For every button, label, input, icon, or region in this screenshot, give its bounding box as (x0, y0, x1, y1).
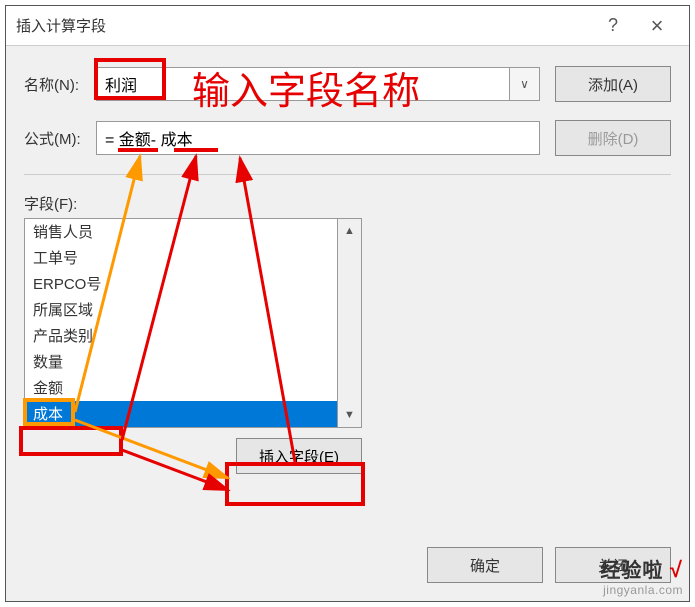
divider (24, 174, 671, 175)
add-button[interactable]: 添加(A) (555, 66, 671, 102)
scroll-up-icon[interactable]: ▲ (338, 219, 361, 243)
list-item-selected[interactable]: 成本 (25, 401, 337, 427)
list-item[interactable]: 金额 (25, 375, 337, 401)
fields-label: 字段(F): (24, 193, 671, 214)
name-dropdown-icon[interactable]: ∨ (510, 67, 540, 101)
list-item[interactable]: 所属区域 (25, 297, 337, 323)
name-label: 名称(N): (24, 74, 96, 95)
name-field-wrap: ∨ (96, 67, 540, 101)
list-item[interactable]: 数量 (25, 349, 337, 375)
fields-listbox[interactable]: 销售人员 工单号 ERPCO号 所属区域 产品类别 数量 金额 成本 (24, 218, 338, 428)
close-button-footer[interactable]: 关闭 (555, 547, 671, 583)
scrollbar[interactable]: ▲ ▼ (338, 218, 362, 428)
ok-button[interactable]: 确定 (427, 547, 543, 583)
list-item[interactable]: 销售人员 (25, 219, 337, 245)
formula-label: 公式(M): (24, 128, 96, 149)
close-button[interactable]: × (635, 6, 679, 46)
list-item[interactable]: 工单号 (25, 245, 337, 271)
list-item[interactable]: 产品类别 (25, 323, 337, 349)
dialog-title: 插入计算字段 (16, 15, 591, 36)
dialog-footer: 确定 关闭 (415, 547, 671, 583)
dialog-content: 名称(N): ∨ 添加(A) 公式(M): 删除(D) 字段(F): 销售人员 … (6, 46, 689, 484)
formula-row: 公式(M): 删除(D) (24, 120, 671, 156)
name-input[interactable] (96, 67, 510, 101)
scroll-down-icon[interactable]: ▼ (338, 403, 361, 427)
dialog-window: 插入计算字段 ? × 名称(N): ∨ 添加(A) 公式(M): 删除(D) 字… (5, 5, 690, 602)
delete-button[interactable]: 删除(D) (555, 120, 671, 156)
list-item[interactable]: ERPCO号 (25, 271, 337, 297)
insert-field-button[interactable]: 插入字段(E) (236, 438, 362, 474)
formula-input[interactable] (96, 121, 540, 155)
titlebar: 插入计算字段 ? × (6, 6, 689, 46)
name-row: 名称(N): ∨ 添加(A) (24, 66, 671, 102)
fields-listbox-wrap: 销售人员 工单号 ERPCO号 所属区域 产品类别 数量 金额 成本 ▲ ▼ (24, 218, 362, 428)
help-button[interactable]: ? (591, 6, 635, 46)
scroll-track[interactable] (338, 243, 361, 403)
